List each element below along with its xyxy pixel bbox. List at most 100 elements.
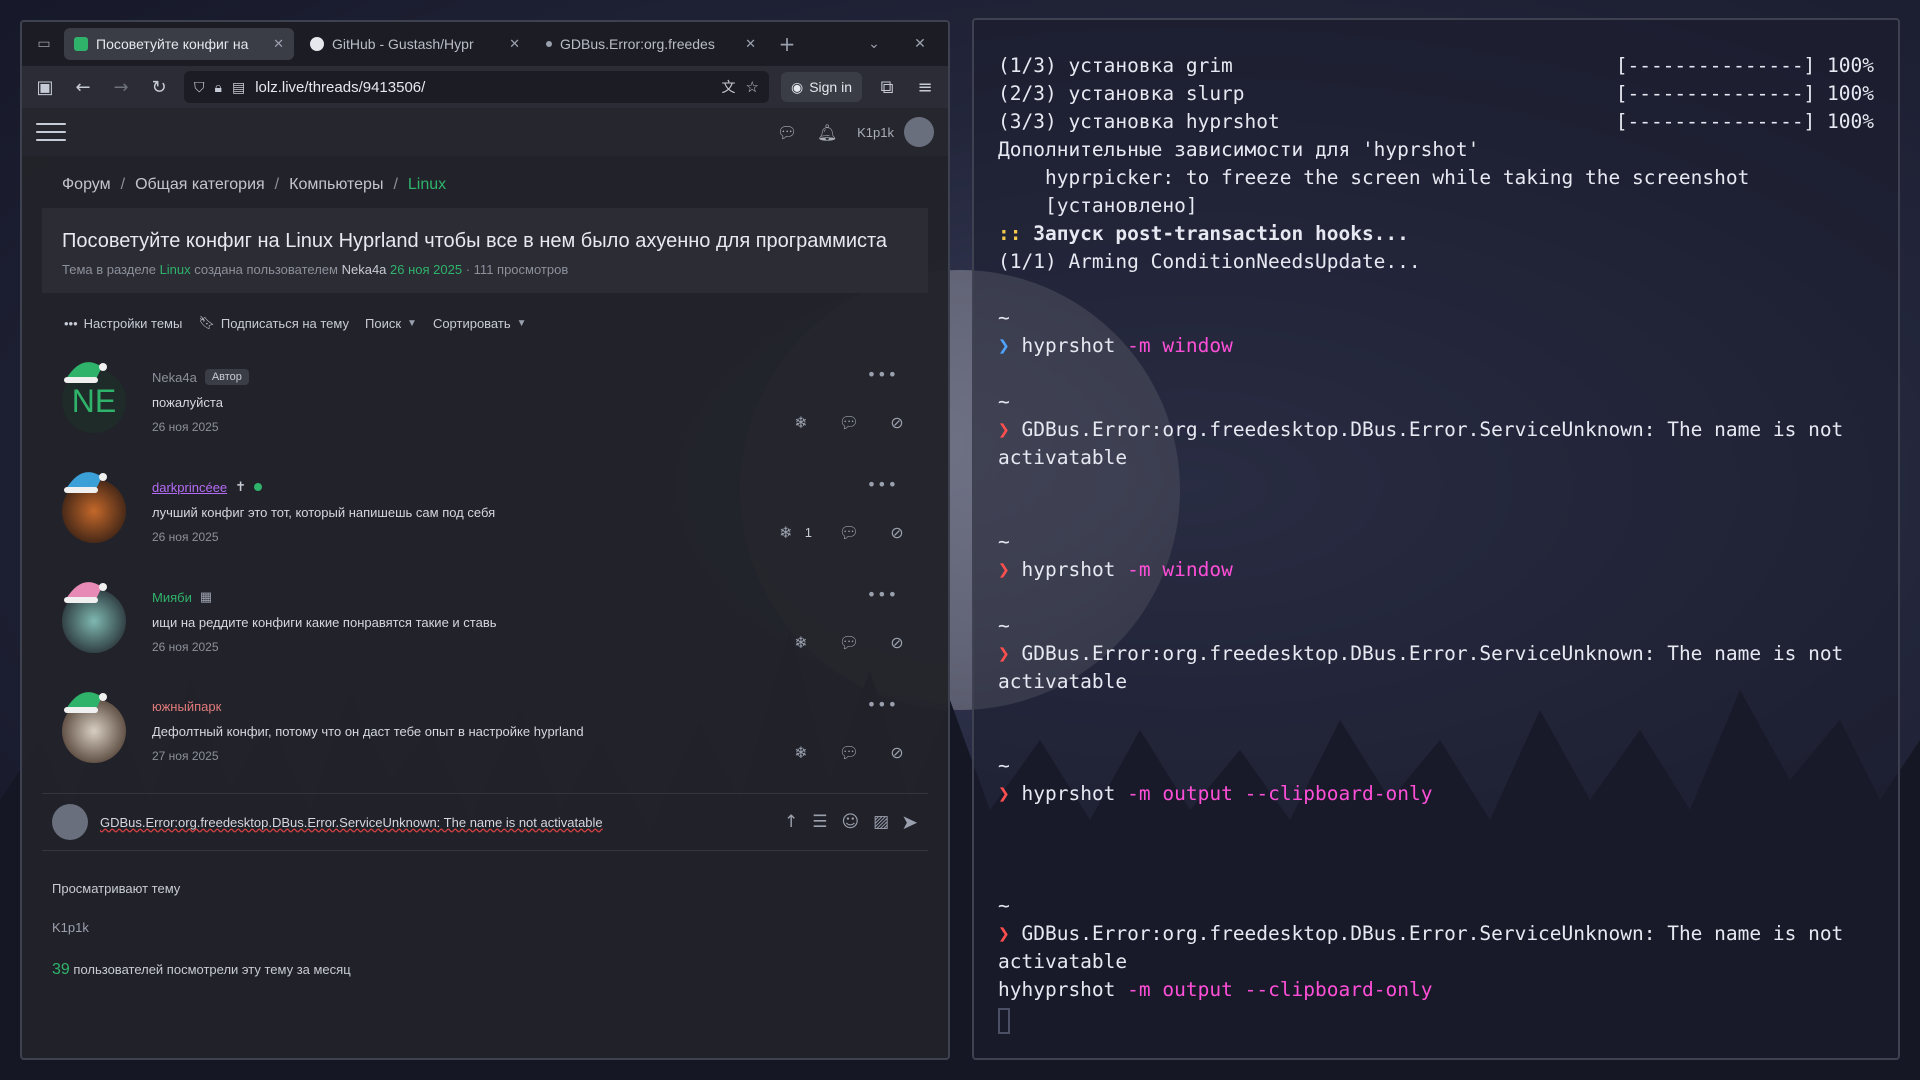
url-text[interactable]: lolz.live/threads/9413506/: [255, 79, 711, 96]
menu-icon[interactable]: ≡: [912, 74, 938, 100]
tab-github[interactable]: GitHub - Gustash/Hypr ✕: [300, 28, 530, 60]
list-icon[interactable]: ☰: [812, 812, 827, 832]
hide-eye-icon[interactable]: ⊘: [886, 631, 908, 653]
santa-hat-icon: [64, 692, 107, 713]
cmd-arg: window: [1162, 558, 1233, 581]
avatar[interactable]: [904, 117, 934, 147]
hide-eye-icon[interactable]: ⊘: [886, 521, 908, 543]
snowflake-like-icon[interactable]: ❄: [775, 521, 797, 543]
breadcrumb-general[interactable]: Общая категория: [135, 176, 265, 194]
new-tab-plus-icon[interactable]: +: [772, 32, 802, 56]
close-icon[interactable]: ✕: [509, 36, 520, 52]
author-name[interactable]: Мияби: [152, 590, 192, 605]
header-username[interactable]: K1p1k: [857, 125, 894, 140]
subscribe-button[interactable]: 🔖︎ Подписаться на тему: [198, 315, 349, 331]
tab-thread[interactable]: Посоветуйте конфиг на ✕: [64, 28, 294, 60]
hamburger-menu-icon[interactable]: [36, 123, 66, 141]
tab-bar: ▭ Посоветуйте конфиг на ✕ GitHub - Gusta…: [22, 22, 948, 66]
cmd-name: hyprshot: [1021, 558, 1116, 581]
chevron-down-icon: ▼: [407, 317, 417, 329]
more-dots-icon[interactable]: •••: [867, 475, 898, 494]
error-line: ❯ GDBus.Error:org.freedesktop.DBus.Error…: [998, 416, 1874, 444]
author-badge: Автор: [204, 369, 249, 385]
command-line: ❯ hyprshot -m window: [998, 332, 1874, 360]
page-info-icon[interactable]: ▤: [232, 79, 245, 96]
arrow-up-icon[interactable]: ↑: [784, 812, 798, 832]
emoji-badge-icon: ▦: [199, 589, 213, 604]
window-close-icon[interactable]: ✕: [900, 36, 940, 52]
tab-list-icon[interactable]: ▭: [30, 30, 58, 58]
sidebar-toggle-icon[interactable]: ▣: [32, 74, 58, 100]
emoji-icon[interactable]: ☺: [841, 812, 859, 832]
reload-icon[interactable]: ↻: [146, 74, 172, 100]
back-arrow-icon[interactable]: ←: [70, 74, 96, 100]
snowflake-like-icon[interactable]: ❄: [790, 411, 812, 433]
bookmark-icon: 🔖︎: [198, 315, 215, 330]
progress-bar-text: [---------------] 100%: [1615, 110, 1874, 133]
thread-settings-button[interactable]: ••• Настройки темы: [64, 316, 182, 331]
sign-in-button[interactable]: ◉ Sign in: [780, 72, 862, 102]
chevron-down-icon[interactable]: ⌄: [854, 36, 894, 52]
cwd-line: ~: [998, 614, 1010, 637]
author-name[interactable]: Neka4a: [152, 370, 197, 385]
image-icon[interactable]: ▨: [873, 812, 889, 832]
address-bar[interactable]: ⛉ 🔒︎ ▤ lolz.live/threads/9413506/ 文 ☆: [184, 71, 769, 103]
author-name[interactable]: южныйпарк: [152, 699, 221, 714]
santa-hat-icon: [64, 362, 107, 383]
more-dots-icon[interactable]: •••: [867, 695, 898, 714]
lolz-favicon-icon: [74, 37, 88, 51]
meta-date[interactable]: 26 ноя 2025: [390, 262, 462, 277]
forward-arrow-icon[interactable]: →: [108, 74, 134, 100]
reply-bubble-icon[interactable]: 💬︎: [838, 521, 860, 543]
lock-icon[interactable]: 🔒︎: [215, 79, 222, 96]
meta-created-by: создана пользователем: [194, 262, 338, 277]
extensions-icon[interactable]: ⧉: [874, 74, 900, 100]
terminal-window[interactable]: (1/3) установка grim [---------------] 10…: [972, 18, 1900, 1060]
more-dots-icon: •••: [64, 315, 78, 331]
search-dropdown[interactable]: Поиск ▼: [365, 316, 417, 331]
post-author: Мияби ▦: [152, 589, 908, 605]
error-text: GDBus.Error:org.freedesktop.DBus.Error.S…: [1021, 922, 1844, 945]
more-dots-icon[interactable]: •••: [867, 365, 898, 384]
meta-section-link[interactable]: Linux: [160, 262, 191, 277]
terminal-cursor[interactable]: [998, 1008, 1010, 1034]
avatar-wrap: [62, 683, 132, 763]
meta-author-link[interactable]: Neka4a: [342, 262, 387, 277]
breadcrumb-computers[interactable]: Компьютеры: [289, 176, 383, 194]
page-title: Посоветуйте конфиг на Linux Hyprland что…: [62, 230, 888, 252]
reply-bubble-icon[interactable]: 💬︎: [838, 631, 860, 653]
reply-bubble-icon[interactable]: 💬︎: [838, 411, 860, 433]
reply-bubble-icon[interactable]: 💬︎: [838, 741, 860, 763]
breadcrumb-linux[interactable]: Linux: [408, 176, 446, 194]
tab-gdbus-search[interactable]: GDBus.Error:org.freedes ✕: [536, 28, 766, 60]
notification-bell-icon[interactable]: 🔔︎: [807, 117, 847, 147]
snowflake-like-icon[interactable]: ❄: [790, 741, 812, 763]
hooks-line: :: Запуск post-transaction hooks...: [998, 220, 1874, 248]
close-icon[interactable]: ✕: [273, 36, 284, 52]
sort-dropdown[interactable]: Сортировать ▼: [433, 316, 527, 331]
command-line: ❯ hyprshot -m window: [998, 556, 1874, 584]
reply-input[interactable]: GDBus.Error:org.freedesktop.DBus.Error.S…: [100, 805, 772, 839]
shield-icon[interactable]: ⛉: [194, 79, 205, 96]
typed-prefix: hy: [998, 978, 1022, 1001]
error-line-cont: activatable: [998, 950, 1128, 973]
cmd-name: hyprshot: [1021, 978, 1116, 1001]
subscribe-label: Подписаться на тему: [220, 315, 349, 331]
close-icon[interactable]: ✕: [745, 36, 756, 52]
snowflake-like-icon[interactable]: ❄: [790, 631, 812, 653]
bookmark-star-icon[interactable]: ☆: [746, 78, 759, 96]
translate-icon[interactable]: 文: [722, 77, 736, 97]
prompt-error-icon: ❯: [998, 642, 1010, 665]
author-name[interactable]: darkprincéee: [152, 480, 227, 495]
chat-bubble-icon[interactable]: 💬︎: [767, 117, 807, 147]
more-dots-icon[interactable]: •••: [867, 585, 898, 604]
breadcrumb-separator: /: [274, 176, 280, 193]
hide-eye-icon[interactable]: ⊘: [886, 741, 908, 763]
send-icon[interactable]: ➤: [901, 810, 918, 834]
post-tools: ❄ 1 💬︎ ⊘: [775, 521, 908, 543]
viewers-list[interactable]: K1p1k: [42, 896, 928, 935]
breadcrumb-forum[interactable]: Форум: [62, 176, 111, 194]
hide-eye-icon[interactable]: ⊘: [886, 411, 908, 433]
